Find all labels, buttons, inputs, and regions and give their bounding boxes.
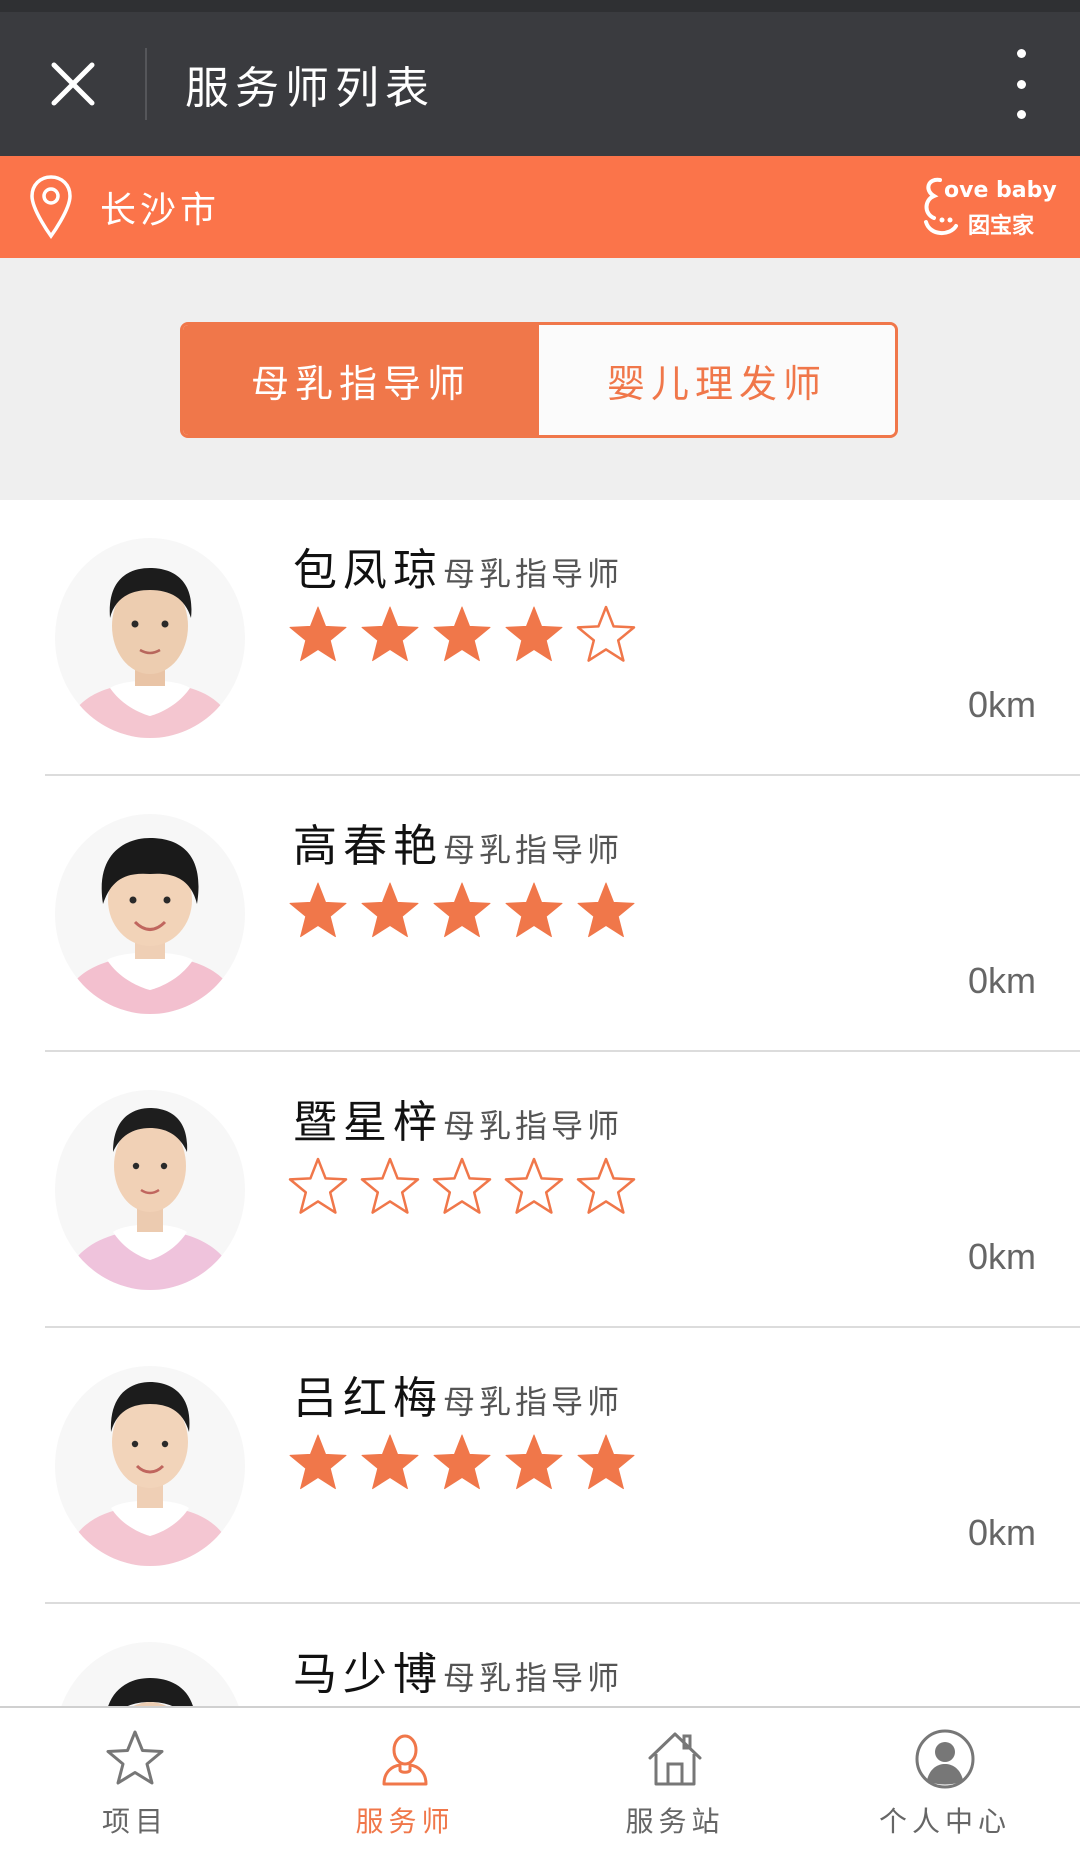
more-dot-icon [1016,49,1026,58]
list-item[interactable]: 暨星梓母乳指导师 0km [45,1052,1080,1328]
nav-label: 服务师 [355,1805,455,1838]
category-segmented-control: 母乳指导师 婴儿理发师 [180,322,898,438]
star-filled-icon [289,606,347,662]
star-filled-icon [433,606,491,662]
list-item[interactable]: 高春艳母乳指导师 0km [45,776,1080,1052]
more-dot-icon [1016,79,1026,89]
tab-breastfeeding-guide[interactable]: 母乳指导师 [183,325,539,435]
tab-area: 母乳指导师 婴儿理发师 [0,258,1080,500]
servicer-name: 暨星梓 [293,1097,443,1148]
home-icon [648,1732,702,1786]
bottom-nav: 项目 服务师 服务站 个人中心 [0,1706,1080,1858]
person-icon [382,1734,428,1786]
list-item[interactable]: 包凤琼母乳指导师 0km [45,500,1080,776]
title-bar: 服务师列表 [0,12,1080,156]
star-filled-icon [361,882,419,938]
star-filled-icon [505,882,563,938]
servicer-role: 母乳指导师 [443,1383,624,1421]
nav-label: 个人中心 [878,1805,1011,1838]
close-icon [51,62,94,106]
rating-stars [287,880,637,942]
nav-item-profile[interactable]: 个人中心 [810,1708,1080,1858]
brand-text-cn: 囡宝家 [968,214,1035,239]
servicer-role: 母乳指导师 [443,1107,624,1145]
close-button[interactable] [0,12,145,156]
star-filled-icon [289,882,347,938]
nav-label: 项目 [101,1805,168,1838]
more-dot-icon [1016,110,1026,119]
avatar [55,538,245,738]
star-filled-icon [433,882,491,938]
star-empty-icon [360,1157,420,1214]
list-item[interactable]: 吕红梅母乳指导师 0km [45,1328,1080,1604]
brand-text-en: ove baby [944,178,1057,203]
servicer-name: 吕红梅 [293,1373,443,1424]
brand-logo: ove baby 囡宝家 [920,174,1057,240]
star-filled-icon [505,606,563,662]
star-filled-icon [361,606,419,662]
avatar [55,1642,245,1706]
nav-label: 服务站 [625,1805,725,1838]
servicer-name: 马少博 [293,1649,443,1700]
list-item[interactable]: 马少博母乳指导师 [45,1604,1080,1706]
star-filled-icon [577,1434,635,1490]
servicer-role: 母乳指导师 [443,831,624,869]
star-icon [106,1730,164,1785]
servicer-role: 母乳指导师 [443,555,624,593]
star-empty-icon [432,1157,492,1214]
star-empty-icon [504,1157,564,1214]
header-divider [145,48,147,120]
distance-label: 0km [967,684,1036,725]
tab-baby-barber[interactable]: 婴儿理发师 [539,325,895,435]
city-label[interactable]: 长沙市 [100,181,220,233]
servicer-name: 包凤琼 [293,545,443,596]
rating-stars [287,1156,637,1218]
avatar [55,1090,245,1290]
star-filled-icon [289,1434,347,1490]
location-bar: 长沙市 ove baby 囡宝家 [0,156,1080,258]
servicer-role: 母乳指导师 [443,1659,624,1697]
star-filled-icon [577,882,635,938]
nav-item-projects[interactable]: 项目 [0,1708,270,1858]
star-empty-icon [288,1157,348,1214]
avatar [55,1366,245,1566]
status-bar [0,0,1080,12]
user-circle-icon [915,1729,975,1789]
distance-label: 0km [967,960,1036,1001]
star-filled-icon [505,1434,563,1490]
more-menu-button[interactable] [1006,49,1036,119]
servicer-name: 高春艳 [293,821,443,872]
nav-item-stations[interactable]: 服务站 [540,1708,810,1858]
page-title: 服务师列表 [185,63,435,114]
distance-label: 0km [967,1236,1036,1277]
distance-label: 0km [967,1512,1036,1553]
rating-stars [287,604,637,666]
star-filled-icon [361,1434,419,1490]
star-empty-icon [576,605,636,662]
star-filled-icon [433,1434,491,1490]
avatar [55,814,245,1014]
location-pin-icon[interactable] [28,174,74,240]
star-empty-icon [576,1157,636,1214]
rating-stars [287,1432,637,1494]
servicer-list: 包凤琼母乳指导师 0km 高春艳母乳指导师 0km 暨星梓母乳指导师 0km 吕… [0,500,1080,1706]
nav-item-servicers[interactable]: 服务师 [270,1708,540,1858]
